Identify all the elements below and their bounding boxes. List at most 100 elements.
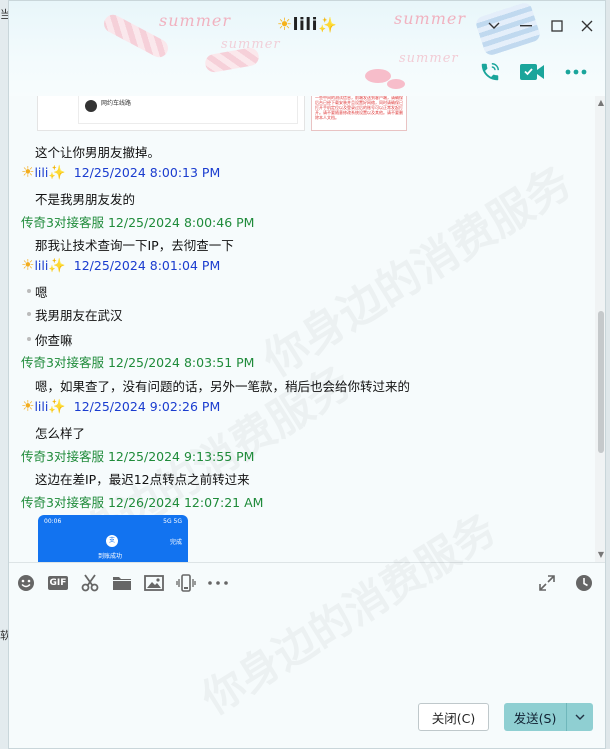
deco-ribbon	[203, 46, 261, 74]
sender-name: 传奇3对接客服	[21, 215, 104, 230]
message-input[interactable]	[9, 601, 605, 696]
sparkles-icon: ✨	[48, 258, 66, 274]
more-options-button[interactable]	[561, 59, 591, 85]
collapse-button[interactable]	[481, 13, 507, 39]
sun-icon: ☀	[276, 15, 293, 35]
bullet	[27, 337, 31, 341]
message-time: 12/25/2024 9:02:26 PM	[73, 399, 221, 414]
sparkles-icon: ✨	[317, 16, 338, 34]
message-time: 12/25/2024 8:00:46 PM	[107, 215, 255, 230]
phone-done: 完成	[169, 539, 182, 546]
chat-window: summer summer summer summer ☀lili✨ 你身边的消…	[8, 0, 606, 749]
expand-input-button[interactable]	[536, 572, 558, 594]
sun-icon: ☀	[21, 163, 35, 181]
message-text: 不是我男朋友发的	[35, 192, 136, 207]
message-time: 12/25/2024 8:00:13 PM	[73, 165, 221, 180]
emoji-button[interactable]	[15, 572, 37, 594]
scroll-thumb[interactable]	[598, 311, 604, 453]
payment-icon: 支	[106, 535, 118, 547]
image-icon	[144, 575, 164, 591]
message-header: ☀lili✨ 12/25/2024 8:00:13 PM	[21, 163, 220, 181]
history-button[interactable]	[573, 572, 595, 594]
sun-icon: ☀	[21, 397, 35, 415]
input-toolbar: GIF	[9, 563, 605, 601]
maximize-icon	[551, 20, 563, 32]
expand-icon	[539, 575, 555, 591]
deco-summer: summer	[399, 51, 459, 66]
message-text: 我男朋友在武汉	[35, 308, 123, 323]
minimize-button[interactable]	[513, 13, 539, 39]
phone-success-text: 到账成功	[98, 553, 123, 560]
phone-icon	[481, 63, 499, 81]
scissors-icon	[81, 574, 99, 592]
gif-button[interactable]: GIF	[46, 572, 70, 594]
message-text: 嗯	[35, 285, 48, 300]
sparkles-icon: ✨	[48, 399, 66, 415]
scroll-down-arrow[interactable]: ▼	[596, 550, 605, 560]
sun-icon: ☀	[21, 256, 35, 274]
message-text: 那我让技术查询一下IP，去彻查一下	[35, 238, 234, 253]
message-text: 这个让你男朋友撤掉。	[35, 145, 161, 160]
screenshot-button[interactable]	[79, 572, 101, 594]
message-image[interactable]: 一些中间的测试信息，前端发送到客户端，请确保后台已经下载安装并且设置好网络，同时…	[311, 96, 407, 131]
sender-name: 传奇3对接客服	[21, 449, 104, 464]
sender-name: 传奇3对接客服	[21, 355, 104, 370]
folder-icon	[113, 577, 131, 590]
voice-call-button[interactable]	[475, 59, 505, 85]
message-time: 12/25/2024 8:03:51 PM	[107, 355, 255, 370]
chevron-down-icon	[575, 714, 585, 720]
message-header: 传奇3对接客服 12/25/2024 8:03:51 PM	[21, 352, 254, 371]
contact-name: lili	[292, 15, 318, 35]
scroll-up-arrow[interactable]: ▲	[596, 98, 605, 108]
window-header: summer summer summer summer ☀lili✨	[9, 1, 605, 96]
more-icon	[565, 69, 587, 75]
sender-name: lili	[34, 399, 49, 414]
sparkles-icon: ✨	[48, 165, 66, 181]
message-time: 12/25/2024 8:01:04 PM	[73, 258, 221, 273]
clock-icon	[576, 575, 592, 591]
watermark: 你身边的消费服务	[254, 156, 581, 387]
phone-time: 00:06	[44, 518, 62, 525]
message-image[interactable]: 00:06 5G 5G 完成 支 到账成功	[38, 515, 188, 562]
close-window-button[interactable]	[574, 13, 600, 39]
message-header: 传奇3对接客服 12/25/2024 8:00:46 PM	[21, 212, 254, 231]
scrollbar[interactable]: ▲ ▼	[595, 96, 605, 562]
maximize-button[interactable]	[544, 13, 570, 39]
bullet	[27, 312, 31, 316]
message-text: 这边在差IP，最迟12点转点之前转过来	[35, 472, 250, 487]
file-button[interactable]	[111, 572, 133, 594]
close-icon	[581, 20, 593, 32]
message-header: 传奇3对接客服 12/25/2024 9:13:55 PM	[21, 446, 254, 465]
message-text: 你查嘛	[35, 333, 73, 348]
background-window-edge: 当 软	[0, 0, 11, 749]
close-button[interactable]: 关闭(C)	[418, 703, 489, 731]
message-header: ☀lili✨ 12/25/2024 9:02:26 PM	[21, 397, 220, 415]
image-card: 网约车线路	[78, 96, 298, 124]
message-image[interactable]: 网约车线路	[37, 96, 305, 131]
sender-name: lili	[34, 165, 49, 180]
send-button[interactable]: 发送(S)	[504, 703, 566, 731]
message-time: 12/25/2024 9:13:55 PM	[107, 449, 255, 464]
avatar	[85, 100, 97, 112]
send-options-button[interactable]	[566, 703, 593, 731]
more-tools-button[interactable]	[207, 572, 229, 594]
message-input-area[interactable]: 你身边的消费服务	[9, 504, 605, 724]
video-call-button[interactable]	[517, 59, 547, 85]
sender-name: lili	[34, 258, 49, 273]
bullet	[27, 289, 31, 293]
message-time: 12/26/2024 12:07:21 AM	[107, 495, 264, 510]
more-icon	[208, 581, 228, 585]
message-list[interactable]: 你身边的消费服务 你身边的消费服务 网约车线路 一些中间的测试信息，前端发送到客…	[9, 96, 595, 562]
sender-name: 传奇3对接客服	[21, 495, 104, 510]
chevron-down-icon	[488, 22, 500, 29]
video-icon	[520, 64, 544, 80]
image-title: 网约车线路	[101, 100, 132, 107]
message-header: 传奇3对接客服 12/26/2024 12:07:21 AM	[21, 492, 263, 511]
shake-button[interactable]	[175, 572, 197, 594]
phone-status: 5G 5G	[163, 518, 182, 525]
image-button[interactable]	[143, 572, 165, 594]
emoji-icon	[18, 575, 34, 591]
gif-icon: GIF	[47, 576, 69, 590]
minimize-icon	[520, 25, 532, 27]
message-header: ☀lili✨ 12/25/2024 8:01:04 PM	[21, 256, 220, 274]
